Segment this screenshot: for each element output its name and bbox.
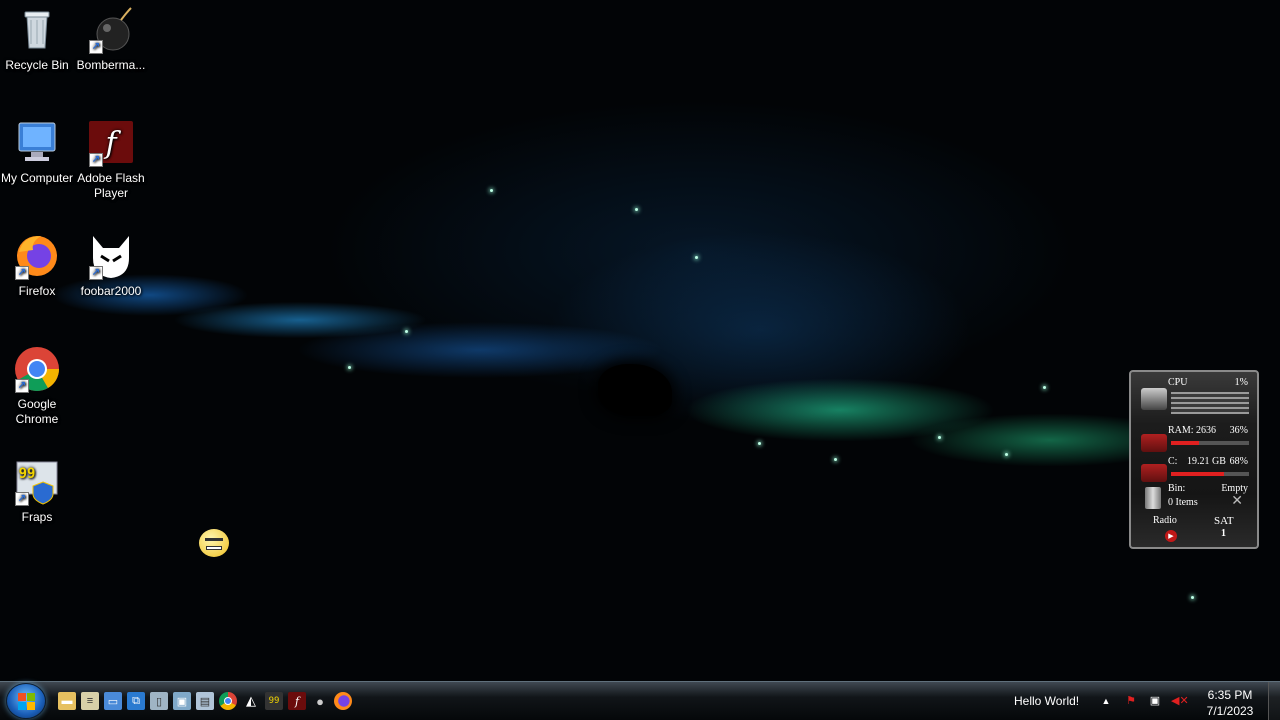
- fraps-icon[interactable]: 99: [265, 692, 283, 710]
- clock-time: 6:35 PM: [1207, 688, 1253, 702]
- folder-icon[interactable]: ▬: [58, 692, 76, 710]
- show-hidden-icons-button[interactable]: ▲: [1098, 693, 1114, 709]
- system-clock[interactable]: 6:35 PM 7/1/2023: [1199, 687, 1261, 719]
- desktop-icon-label: Firefox: [18, 284, 56, 298]
- fraps-icon: 99 ↗: [13, 458, 61, 506]
- start-button[interactable]: [6, 683, 46, 719]
- windows-logo-icon: [18, 693, 36, 711]
- desktop-icon-label: Fraps: [21, 510, 53, 524]
- cpu-chip-icon: [1141, 388, 1167, 410]
- disk-size: 19.21 GB: [1187, 456, 1226, 467]
- shortcut-arrow-icon: ↗: [89, 153, 103, 167]
- nebula-silhouette: [598, 364, 672, 416]
- show-desktop-button[interactable]: [1268, 682, 1280, 720]
- desktop-background[interactable]: Recycle Bin ↗ Bomberma... My Computer f …: [0, 0, 1280, 681]
- shortcut-arrow-icon: ↗: [15, 266, 29, 280]
- empty-bin-icon[interactable]: ✕: [1231, 493, 1243, 510]
- ram-label: RAM: 2636: [1168, 425, 1217, 436]
- shortcut-arrow-icon: ↗: [89, 266, 103, 280]
- day-label: SAT: [1214, 515, 1234, 527]
- desktop-icon-fraps[interactable]: 99 ↗ Fraps: [0, 458, 75, 525]
- foobar-icon[interactable]: ◭: [242, 692, 260, 710]
- disk-label: C:: [1168, 456, 1178, 467]
- computer-icon: [13, 119, 61, 167]
- desktop-icon-google-chrome[interactable]: ↗ Google Chrome: [0, 345, 75, 427]
- smiley-cursor-icon: [199, 529, 229, 557]
- control-panel-icon[interactable]: ▣: [173, 692, 191, 710]
- flash-icon[interactable]: f: [288, 692, 306, 710]
- ram-bar: [1171, 441, 1249, 445]
- volume-muted-icon[interactable]: ◀✕: [1171, 693, 1189, 709]
- desktop-icon-label: My Computer: [0, 171, 74, 185]
- desktop-icon-foobar2000[interactable]: ↗ foobar2000: [73, 232, 149, 299]
- documents-icon[interactable]: ≡: [81, 692, 99, 710]
- cpu-label: CPU: [1168, 377, 1188, 388]
- disk-value: 68%: [1229, 456, 1248, 467]
- bin-label: Bin:: [1168, 483, 1186, 494]
- radio-play-icon[interactable]: ▶: [1165, 530, 1177, 542]
- foobar-icon: ↗: [87, 232, 135, 280]
- cpu-value: 1%: [1234, 377, 1248, 388]
- desktop-icon-label: Recycle Bin: [5, 58, 69, 72]
- greeting-text: Hello World!: [1014, 694, 1080, 708]
- chrome-icon[interactable]: [219, 692, 237, 710]
- radio-label: Radio: [1153, 515, 1177, 526]
- recycle-bin-icon: [1145, 487, 1161, 509]
- firefox-icon: ↗: [13, 232, 61, 280]
- disk-bar: [1171, 472, 1249, 476]
- desktop-icon-my-computer[interactable]: My Computer: [0, 119, 75, 186]
- bomb-icon[interactable]: ●: [311, 692, 329, 710]
- action-center-flag-icon[interactable]: ⚑: [1123, 693, 1139, 709]
- cpu-graph: [1171, 392, 1249, 414]
- recycle-bin-icon: [13, 6, 61, 54]
- desktop-icon-label: Adobe Flash Player: [77, 171, 145, 200]
- shortcut-arrow-icon: ↗: [15, 492, 29, 506]
- clock-date: 7/1/2023: [1206, 704, 1254, 718]
- system-monitor-gadget[interactable]: CPU 1% RAM: 2636 36% C: 19.21 GB 68% Bin…: [1129, 370, 1259, 549]
- desktop-icon-firefox[interactable]: ↗ Firefox: [0, 232, 75, 299]
- desktop-icon-label: foobar2000: [80, 284, 142, 298]
- desktop-icon-label: Google Chrome: [15, 397, 59, 426]
- desktop-icon-bomberman[interactable]: ↗ Bomberma...: [73, 6, 149, 73]
- ram-icon: [1141, 434, 1167, 452]
- network-icon[interactable]: ⧉: [127, 692, 145, 710]
- desktop-icon-label: Bomberma...: [76, 58, 146, 72]
- recycle-bin-icon[interactable]: ▯: [150, 692, 168, 710]
- ram-value: 36%: [1229, 425, 1248, 436]
- firefox-icon[interactable]: [334, 692, 352, 710]
- disk-icon: [1141, 464, 1167, 482]
- settings-icon[interactable]: ▤: [196, 692, 214, 710]
- shortcut-arrow-icon: ↗: [15, 379, 29, 393]
- taskbar: ▬ ≡ ▭ ⧉ ▯ ▣ ▤ ◭ 99 f ● Hello World! ▲ ⚑ …: [0, 681, 1280, 720]
- shortcut-arrow-icon: ↗: [89, 40, 103, 54]
- desktop-icon-recycle-bin[interactable]: Recycle Bin: [0, 6, 75, 73]
- desktop-icon-flash-player[interactable]: f ↗ Adobe Flash Player: [73, 119, 149, 201]
- chrome-icon: ↗: [13, 345, 61, 393]
- network-tray-icon[interactable]: ▣: [1147, 693, 1163, 709]
- computer-icon[interactable]: ▭: [104, 692, 122, 710]
- bomb-icon: ↗: [87, 6, 135, 54]
- svg-text:99: 99: [19, 466, 36, 482]
- bin-items: 0 Items: [1168, 497, 1198, 508]
- flash-icon: f ↗: [87, 119, 135, 167]
- date-label: 1: [1221, 528, 1226, 539]
